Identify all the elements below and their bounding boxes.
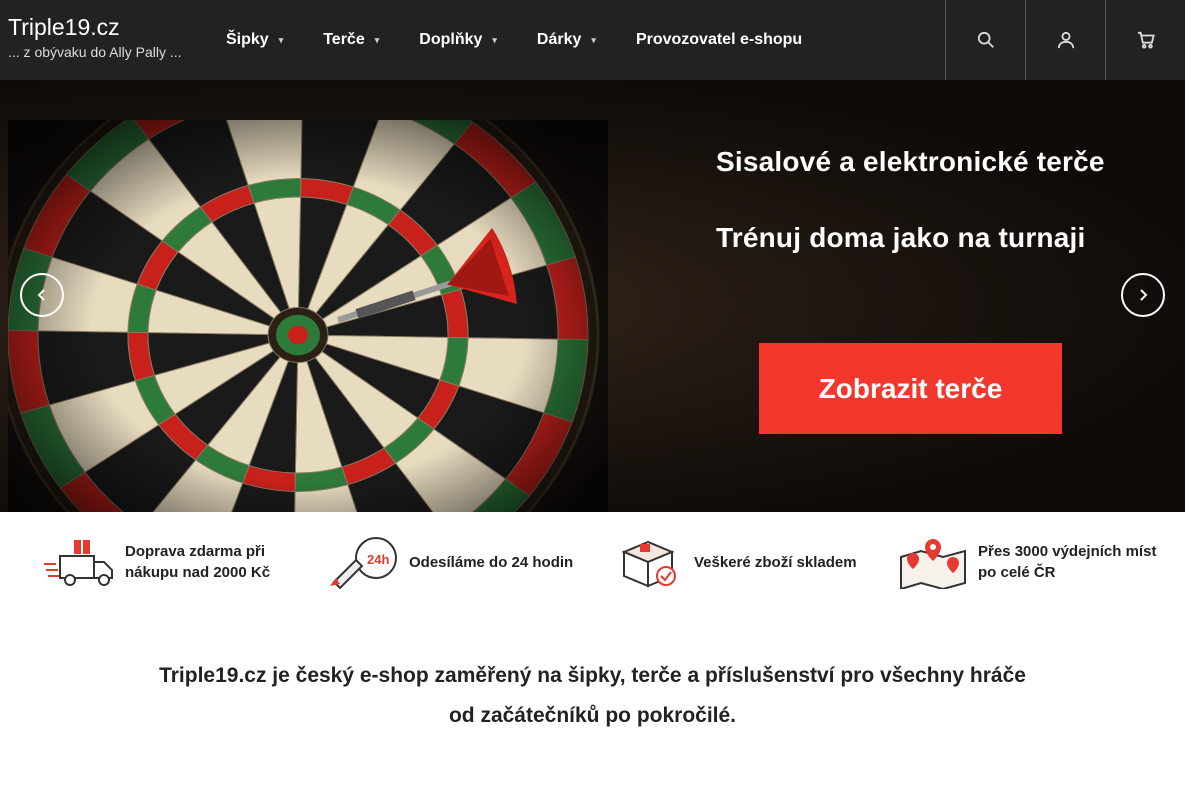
search-button[interactable] bbox=[945, 0, 1025, 80]
nav-item-label: Dárky bbox=[536, 31, 582, 48]
account-button[interactable] bbox=[1025, 0, 1105, 80]
site-tagline: ... z obývaku do Ally Pally ... bbox=[8, 44, 182, 60]
benefit-text: Přes 3000 výdejních míst po celé ČR bbox=[978, 543, 1157, 581]
nav-item-label: Doplňky bbox=[419, 31, 483, 48]
benefit-in-stock: Veškeré zboží skladem bbox=[609, 532, 857, 592]
benefit-text: Doprava zdarma při nákupu nad 2000 Kč bbox=[125, 543, 271, 581]
intro-line-2: od začátečníků po pokročilé. bbox=[448, 704, 737, 727]
nav-item-label: Provozovatel e-shopu bbox=[635, 31, 803, 48]
chevron-down-icon: ▾ bbox=[278, 35, 284, 45]
nav-item-terce[interactable]: Terče ▾ bbox=[323, 30, 379, 50]
benefit-fast-dispatch: 24h Odesíláme do 24 hodin bbox=[324, 532, 573, 592]
slider-prev-button[interactable] bbox=[20, 273, 64, 317]
benefits-strip: Doprava zdarma při nákupu nad 2000 Kč 24… bbox=[0, 512, 1185, 612]
header-actions bbox=[945, 0, 1185, 80]
chevron-down-icon: ▾ bbox=[591, 35, 596, 45]
cart-button[interactable] bbox=[1105, 0, 1185, 80]
dartboard-image bbox=[8, 120, 608, 512]
nav-item-sipky[interactable]: Šipky ▾ bbox=[226, 30, 283, 50]
hero-headline-2: Trénuj doma jako na turnaji bbox=[716, 222, 1086, 253]
svg-text:24h: 24h bbox=[367, 552, 389, 567]
site-title[interactable]: Triple19.cz bbox=[8, 14, 182, 40]
chevron-right-icon bbox=[1140, 289, 1148, 301]
hero-headline-1: Sisalové a elektronické terče bbox=[716, 146, 1105, 177]
map-pins-icon bbox=[893, 532, 973, 592]
benefit-text: Veškeré zboží skladem bbox=[694, 553, 857, 571]
slider-next-button[interactable] bbox=[1121, 273, 1165, 317]
intro-text: Triple19.cz je český e-shop zaměřený na … bbox=[0, 656, 1185, 736]
search-icon bbox=[977, 31, 994, 48]
cart-icon bbox=[1137, 31, 1155, 49]
delivery-truck-icon bbox=[40, 532, 120, 592]
main-menu: Šipky ▾ Terče ▾ Doplňky ▾ Dárky ▾ Provozovat… bbox=[226, 30, 842, 50]
chevron-left-icon bbox=[37, 289, 45, 301]
benefit-free-shipping: Doprava zdarma při nákupu nad 2000 Kč bbox=[40, 532, 285, 592]
package-check-icon bbox=[609, 532, 689, 592]
benefit-text: Odesíláme do 24 hodin bbox=[409, 553, 574, 571]
site-logo[interactable]: Triple19.cz ... z obývaku do Ally Pally … bbox=[8, 14, 182, 61]
nav-item-label: Terče bbox=[323, 31, 365, 48]
chevron-down-icon: ▾ bbox=[374, 35, 380, 45]
intro-line-1: Triple19.cz je český e-shop zaměřený na … bbox=[159, 664, 1026, 687]
show-dartboards-button[interactable]: Zobrazit terče bbox=[759, 343, 1062, 434]
nav-item-doplnky[interactable]: Doplňky ▾ bbox=[419, 30, 497, 50]
nav-item-label: Šipky bbox=[226, 31, 269, 48]
hero-slider[interactable]: Sisalové a elektronické terče Trénuj dom… bbox=[0, 80, 1185, 512]
nav-item-provozovatel[interactable]: Provozovatel e-shopu bbox=[636, 30, 802, 50]
nav-item-darky[interactable]: Dárky ▾ bbox=[537, 30, 596, 50]
rocket-24h-icon: 24h bbox=[324, 532, 404, 592]
top-navigation-bar: Triple19.cz ... z obývaku do Ally Pally … bbox=[0, 0, 1185, 80]
user-icon bbox=[1057, 31, 1074, 49]
chevron-down-icon: ▾ bbox=[492, 35, 497, 45]
benefit-pickup-points: Přes 3000 výdejních míst po celé ČR bbox=[893, 532, 1168, 592]
